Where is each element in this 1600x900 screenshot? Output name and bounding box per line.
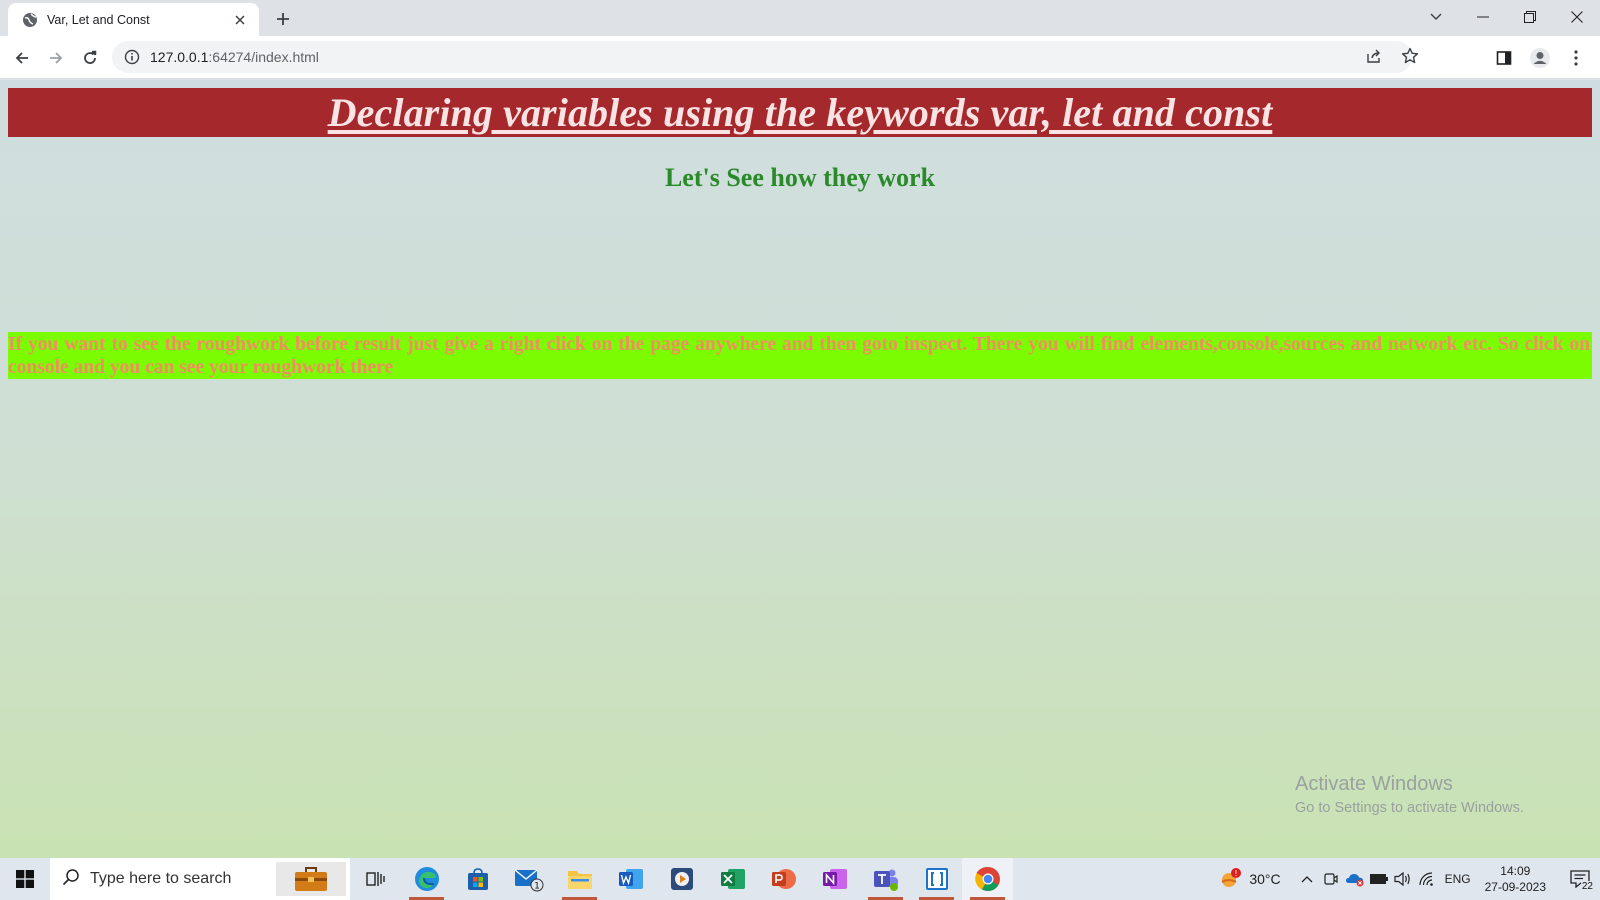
minimize-button[interactable] (1459, 0, 1506, 34)
side-panel-icon[interactable] (1490, 44, 1518, 72)
search-icon (62, 868, 80, 891)
instruction-note: If you want to see the roughwork before … (8, 332, 1592, 379)
watermark-subtitle: Go to Settings to activate Windows. (1295, 800, 1524, 816)
brackets-icon[interactable] (911, 858, 962, 900)
chrome-icon[interactable] (962, 858, 1013, 900)
chevron-up-icon[interactable] (1295, 858, 1319, 900)
restore-button[interactable] (1506, 0, 1553, 34)
teams-icon[interactable] (860, 858, 911, 900)
edge-icon[interactable] (401, 858, 452, 900)
bookmark-star-icon[interactable] (1396, 42, 1424, 70)
file-explorer-icon[interactable] (554, 858, 605, 900)
weather-temperature[interactable]: 30°C (1249, 871, 1280, 887)
onenote-icon[interactable] (809, 858, 860, 900)
new-tab-button[interactable] (271, 7, 295, 31)
page-heading: Declaring variables using the keywords v… (327, 90, 1273, 135)
more-menu-icon[interactable] (1562, 44, 1590, 72)
reload-icon[interactable] (76, 44, 104, 72)
volume-icon[interactable] (1391, 858, 1415, 900)
tab-search-icon[interactable] (1412, 0, 1459, 34)
windows-start-icon[interactable] (0, 858, 50, 900)
window-controls (1412, 0, 1600, 34)
forward-arrow-icon[interactable] (42, 44, 70, 72)
browser-tab[interactable]: Var, Let and Const (8, 3, 259, 36)
back-arrow-icon[interactable] (8, 44, 36, 72)
notification-count: 22 (1580, 881, 1594, 892)
close-tab-icon[interactable] (231, 11, 249, 29)
media-player-icon[interactable] (656, 858, 707, 900)
system-tray: ! 30°C ENG 14:09 27-09-2023 22 (1219, 858, 1600, 900)
url-text: 127.0.0.1:64274/index.html (150, 49, 319, 65)
word-icon[interactable] (605, 858, 656, 900)
page-subheading: Let's See how they work (664, 163, 936, 192)
store-icon[interactable] (452, 858, 503, 900)
language-indicator[interactable]: ENG (1445, 872, 1471, 886)
briefcase-icon[interactable] (276, 862, 346, 896)
profile-avatar-icon[interactable] (1526, 44, 1554, 72)
clock-time: 14:09 (1500, 864, 1531, 878)
watermark-title: Activate Windows (1295, 773, 1453, 795)
battery-icon[interactable] (1367, 858, 1391, 900)
meet-now-icon[interactable] (1319, 858, 1343, 900)
notification-center-icon[interactable]: 22 (1560, 858, 1600, 900)
heading-banner: Declaring variables using the keywords v… (8, 88, 1592, 137)
powerpoint-icon[interactable] (758, 858, 809, 900)
onedrive-icon[interactable] (1343, 858, 1367, 900)
search-placeholder: Type here to search (90, 870, 232, 887)
tab-strip: Var, Let and Const (0, 0, 1600, 36)
browser-toolbar: 127.0.0.1:64274/index.html (0, 36, 1600, 79)
weather-icon[interactable]: ! (1219, 858, 1243, 900)
taskbar-search-box[interactable]: Type here to search (50, 858, 350, 900)
page-viewport: Declaring variables using the keywords v… (0, 80, 1600, 858)
svg-text:!: ! (1235, 869, 1238, 878)
clock-date: 27-09-2023 (1484, 880, 1546, 894)
address-bar[interactable]: 127.0.0.1:64274/index.html (112, 41, 1412, 73)
share-icon[interactable] (1360, 42, 1388, 70)
taskbar: Type here to search 1 ! 30°C ENG 14:09 2… (0, 858, 1600, 900)
excel-icon[interactable] (707, 858, 758, 900)
task-view-icon[interactable] (350, 858, 401, 900)
site-info-icon[interactable] (124, 49, 140, 65)
close-window-button[interactable] (1553, 0, 1600, 34)
svg-text:1: 1 (534, 882, 540, 892)
tab-title: Var, Let and Const (47, 12, 150, 27)
taskbar-clock[interactable]: 14:09 27-09-2023 (1485, 863, 1546, 895)
mail-icon[interactable]: 1 (503, 858, 554, 900)
globe-icon (22, 12, 38, 28)
wifi-icon[interactable] (1415, 858, 1439, 900)
activate-windows-watermark: Activate Windows Go to Settings to activ… (1295, 773, 1524, 816)
